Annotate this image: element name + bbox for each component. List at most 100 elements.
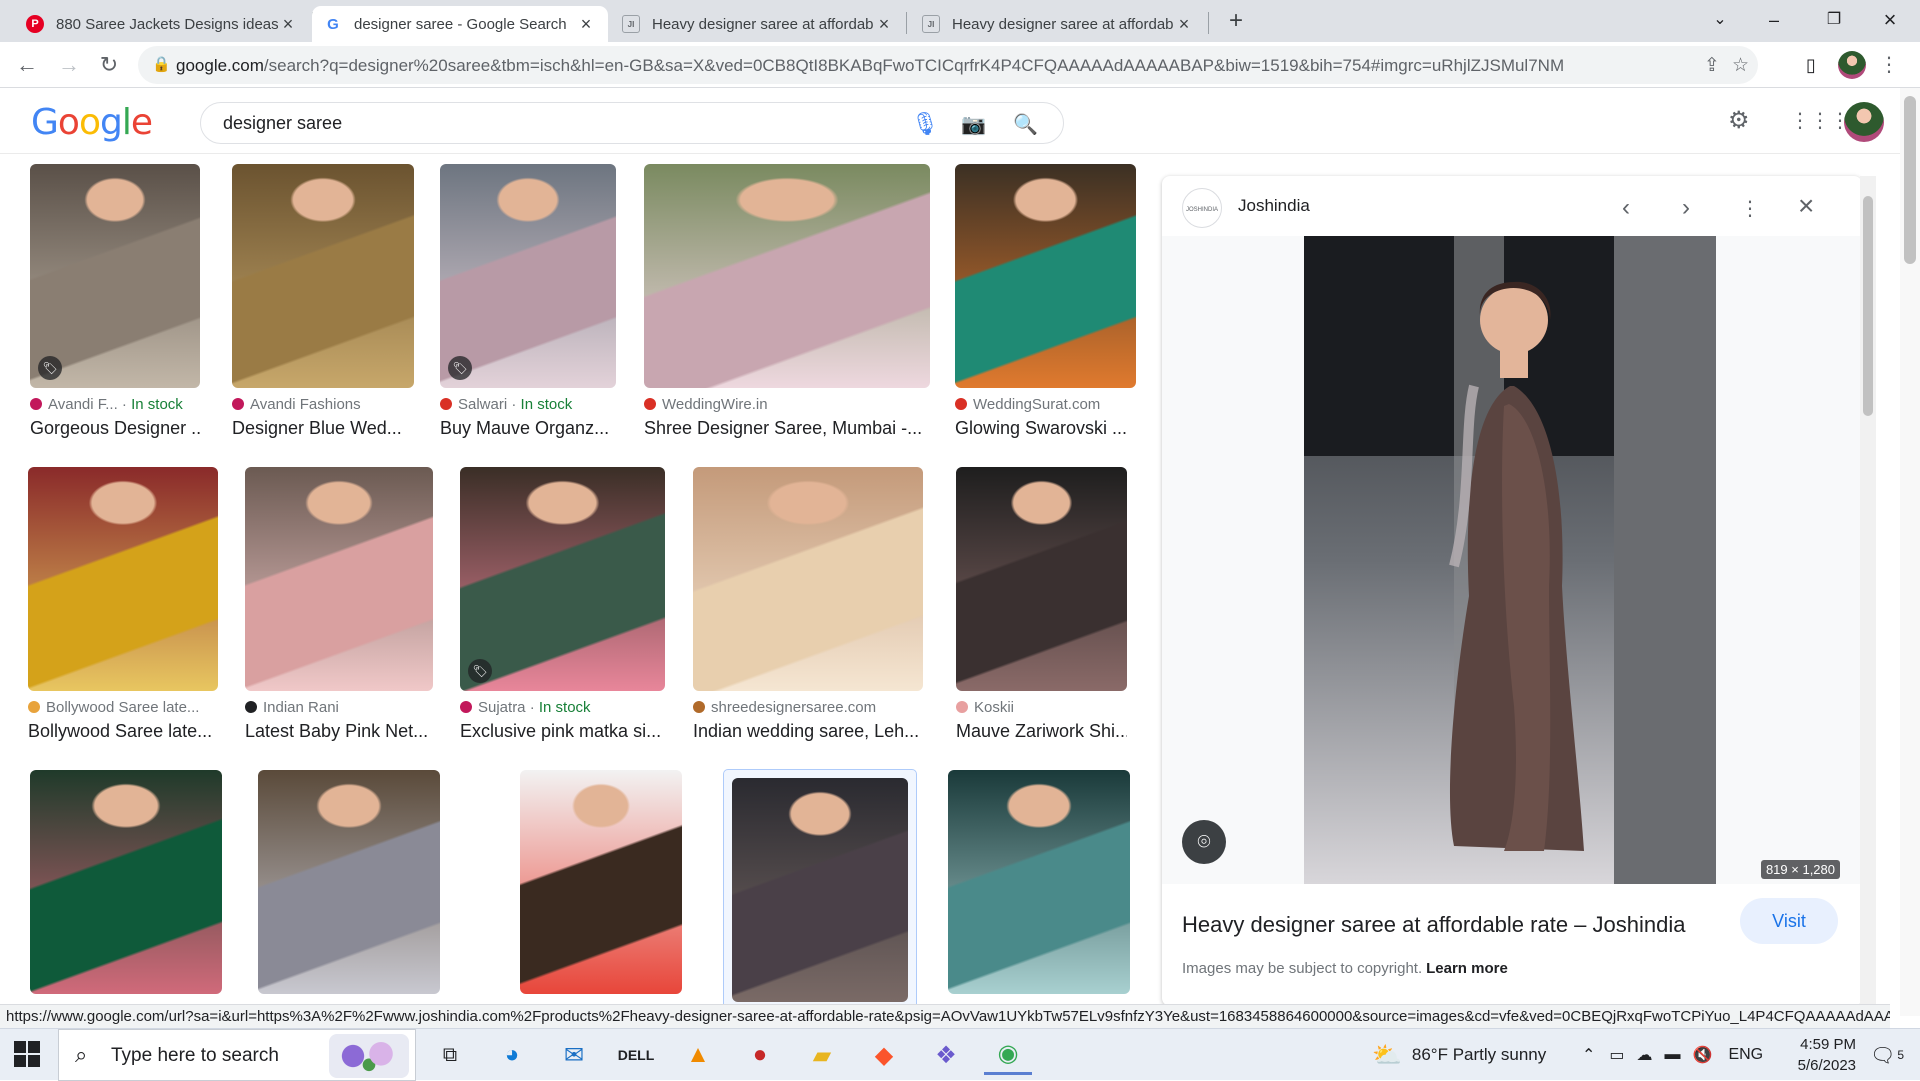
address-bar[interactable]: 🔒 google.com/search?q=designer%20saree&t… — [138, 46, 1758, 84]
image-result[interactable]: shreedesignersaree.com Indian wedding sar… — [693, 467, 923, 747]
image-result[interactable]: 🏷 Sujatra · In stock Exclusive pink matka … — [460, 467, 665, 747]
vlc-icon[interactable]: ▲ — [674, 1035, 722, 1075]
page-scrollbar-thumb[interactable] — [1904, 96, 1916, 264]
result-caption[interactable]: Gorgeous Designer ... — [30, 418, 200, 439]
windows-start-button[interactable] — [14, 1041, 42, 1069]
file-explorer-icon[interactable]: ▰ — [798, 1035, 846, 1075]
network-icon[interactable]: ☁ — [1637, 1045, 1653, 1065]
close-tab-icon[interactable]: × — [1174, 14, 1194, 35]
lock-icon[interactable]: 🔒 — [152, 55, 171, 73]
visit-button[interactable]: Visit — [1740, 898, 1838, 944]
tab-joshindia-1[interactable]: JI Heavy designer saree at affordab × — [610, 6, 906, 42]
site-logo[interactable]: JOSHINDIA — [1182, 188, 1222, 228]
preview-title[interactable]: Heavy designer saree at affordable rate … — [1182, 912, 1685, 938]
image-result[interactable]: WeddingSurat.com Glowing Swarovski ... — [955, 164, 1136, 444]
image-result[interactable]: 🏷 Salwari · In stock Buy Mauve Organz... — [440, 164, 616, 444]
apps-grid-icon[interactable]: ⋮⋮⋮ — [1790, 108, 1850, 133]
result-source[interactable]: Sujatra · In stock — [460, 699, 665, 716]
settings-gear-icon[interactable]: ⚙ — [1728, 106, 1750, 135]
result-source[interactable]: Koskii — [956, 699, 1127, 716]
image-result[interactable] — [723, 769, 917, 1004]
tab-google-search[interactable]: G designer saree - Google Search × — [312, 6, 608, 42]
brave-browser-icon[interactable]: ◆ — [860, 1035, 908, 1075]
preview-scrollbar-thumb[interactable] — [1863, 196, 1873, 416]
search-input[interactable] — [223, 111, 883, 135]
tab-joshindia-2[interactable]: JI Heavy designer saree at affordab × — [910, 6, 1206, 42]
result-thumbnail[interactable] — [732, 778, 908, 1002]
app-cube-icon[interactable]: ❖ — [922, 1035, 970, 1075]
result-thumbnail[interactable] — [440, 164, 616, 388]
close-tab-icon[interactable]: × — [576, 14, 596, 35]
image-result[interactable]: Bollywood Saree late... Bollywood Saree l… — [28, 467, 218, 747]
new-tab-button[interactable]: + — [1222, 6, 1250, 36]
image-result[interactable] — [258, 770, 440, 1004]
back-button[interactable]: ← — [12, 50, 42, 80]
result-source[interactable]: Bollywood Saree late... — [28, 699, 218, 716]
reload-button[interactable]: ↻ — [94, 50, 124, 80]
taskbar-search-box[interactable]: ⌕ Type here to search — [58, 1029, 416, 1081]
preview-scrollbar[interactable] — [1860, 176, 1876, 1006]
close-tab-icon[interactable]: × — [874, 14, 894, 35]
battery-icon[interactable]: ▬ — [1665, 1046, 1681, 1064]
result-source[interactable]: Salwari · In stock — [440, 396, 616, 413]
page-scrollbar[interactable] — [1900, 88, 1920, 1016]
result-thumbnail[interactable] — [460, 467, 665, 691]
result-thumbnail[interactable] — [520, 770, 682, 994]
result-thumbnail[interactable] — [30, 164, 200, 388]
dell-icon[interactable]: DELL — [612, 1035, 660, 1075]
result-source[interactable]: WeddingWire.in — [644, 396, 930, 413]
profile-avatar[interactable] — [1838, 51, 1866, 79]
security-app-icon[interactable]: ● — [736, 1035, 784, 1075]
share-icon[interactable]: ⇪ — [1704, 54, 1720, 77]
result-thumbnail[interactable] — [693, 467, 923, 691]
result-thumbnail[interactable] — [644, 164, 930, 388]
result-source[interactable]: shreedesignersaree.com — [693, 699, 923, 716]
result-source[interactable]: Avandi F... · In stock — [30, 396, 200, 413]
task-view-icon[interactable]: ⧉ — [426, 1035, 474, 1075]
volume-muted-icon[interactable]: 🔇 — [1693, 1045, 1713, 1065]
close-window-button[interactable]: × — [1860, 0, 1920, 42]
language-indicator[interactable]: ENG — [1728, 1046, 1763, 1064]
restore-button[interactable]: ❐ — [1804, 0, 1864, 42]
result-thumbnail[interactable] — [30, 770, 222, 994]
search-icon[interactable]: 🔍 — [1013, 112, 1038, 137]
result-thumbnail[interactable] — [28, 467, 218, 691]
mail-icon[interactable]: ✉ — [550, 1035, 598, 1075]
image-result[interactable] — [948, 770, 1130, 1004]
account-avatar[interactable] — [1844, 102, 1884, 142]
result-source[interactable]: Indian Rani — [245, 699, 433, 716]
notifications-button[interactable]: 🗨 5 — [1870, 1029, 1904, 1081]
search-highlight-image[interactable] — [329, 1034, 409, 1078]
result-caption[interactable]: Mauve Zariwork Shi... — [956, 721, 1127, 742]
image-result[interactable]: 🏷 Avandi F... · In stock Gorgeous Designer… — [30, 164, 200, 444]
preview-image[interactable] — [1304, 236, 1716, 884]
result-caption[interactable]: Shree Designer Saree, Mumbai -... — [644, 418, 930, 439]
google-logo[interactable]: Google — [31, 102, 153, 143]
tab-search-chevron-icon[interactable]: ⌄ — [1690, 0, 1750, 42]
image-result[interactable] — [520, 770, 682, 1004]
result-thumbnail[interactable] — [948, 770, 1130, 994]
result-thumbnail[interactable] — [245, 467, 433, 691]
result-caption[interactable]: Bollywood Saree late... — [28, 721, 218, 742]
result-source[interactable]: Avandi Fashions — [232, 396, 414, 413]
image-result[interactable]: Koskii Mauve Zariwork Shi... — [956, 467, 1127, 747]
previous-chevron-icon[interactable]: ‹ — [1622, 194, 1630, 222]
result-caption[interactable]: Buy Mauve Organz... — [440, 418, 616, 439]
chrome-browser-icon[interactable]: ◉ — [984, 1035, 1032, 1075]
microphone-icon[interactable]: 🎙 — [911, 111, 939, 137]
result-source[interactable]: WeddingSurat.com — [955, 396, 1136, 413]
result-caption[interactable]: Indian wedding saree, Leh... — [693, 721, 923, 742]
edge-browser-icon[interactable]: ◕ — [488, 1035, 536, 1075]
learn-more-link[interactable]: Learn more — [1426, 960, 1508, 977]
google-lens-icon[interactable]: ⌾ — [1182, 820, 1226, 864]
result-thumbnail[interactable] — [232, 164, 414, 388]
close-tab-icon[interactable]: × — [278, 14, 298, 35]
device-icon[interactable]: ▭ — [1609, 1045, 1624, 1065]
result-thumbnail[interactable] — [258, 770, 440, 994]
result-caption[interactable]: Latest Baby Pink Net... — [245, 721, 433, 742]
result-thumbnail[interactable] — [956, 467, 1127, 691]
image-result[interactable]: Indian Rani Latest Baby Pink Net... — [245, 467, 433, 747]
next-chevron-icon[interactable]: › — [1682, 194, 1690, 222]
site-name[interactable]: Joshindia — [1238, 196, 1310, 216]
image-result[interactable] — [30, 770, 222, 1004]
